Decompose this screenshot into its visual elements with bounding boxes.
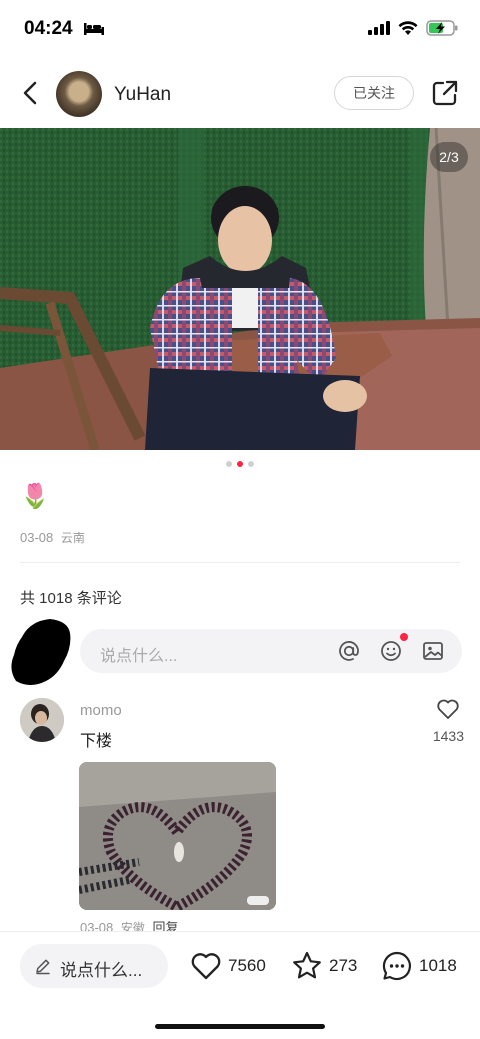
note-header: YuHan 已关注 [0, 60, 480, 128]
heart-icon [191, 953, 221, 980]
follow-button[interactable]: 已关注 [334, 76, 414, 110]
note-caption: 🌷 [20, 483, 50, 510]
share-icon[interactable] [430, 78, 460, 108]
pagination-dot [248, 461, 254, 467]
comment-avatar[interactable] [20, 698, 64, 742]
at-mention-icon[interactable] [338, 640, 360, 662]
comment-input[interactable]: 说点什么... [80, 629, 462, 673]
my-avatar[interactable] [10, 617, 72, 687]
comment-username[interactable]: momo [80, 702, 122, 719]
comment-avatar-image [20, 698, 64, 742]
note-location: 云南 [60, 531, 85, 545]
author-name[interactable]: YuHan [114, 84, 171, 106]
photo-image [0, 128, 480, 450]
note-meta: 03-08 云南 [20, 529, 85, 546]
comment-image[interactable] [79, 762, 276, 910]
status-bar: 04:24 [0, 0, 480, 60]
comment-like-icon[interactable] [436, 698, 460, 720]
comment-text[interactable]: 下楼 [80, 727, 112, 751]
back-icon[interactable] [16, 78, 46, 108]
bottom-action-bar: 说点什么... 7560 273 1018 [0, 931, 480, 1039]
comment-bubble-icon [382, 951, 412, 981]
comment-count: 共 1018 条评论 [20, 590, 122, 607]
like-button[interactable]: 7560 [190, 949, 266, 983]
photo-pagination [0, 461, 480, 467]
comment-input-placeholder: 说点什么... [100, 648, 178, 665]
collect-count: 273 [329, 956, 358, 975]
battery-charging-icon [426, 20, 458, 36]
home-indicator[interactable] [155, 1024, 325, 1029]
photo-counter: 2/3 [430, 142, 468, 172]
image-icon[interactable] [422, 640, 444, 662]
author-avatar[interactable] [56, 71, 102, 117]
comment-total-count: 1018 [419, 956, 457, 975]
cellular-signal-icon [368, 21, 390, 35]
note-date: 03-08 [20, 530, 54, 545]
like-count: 7560 [228, 956, 266, 975]
say-something-label: 说点什么... [60, 961, 143, 980]
emoji-badge-dot [400, 633, 408, 641]
comment-like-count: 1433 [432, 728, 464, 744]
comment-image-content [79, 762, 276, 910]
wifi-icon [398, 20, 418, 35]
emoji-icon[interactable] [380, 640, 402, 662]
status-indicators [368, 20, 458, 36]
divider [20, 562, 460, 563]
pagination-dot-active [237, 461, 243, 467]
pencil-icon [36, 959, 50, 975]
say-something-button[interactable]: 说点什么... [20, 944, 168, 988]
status-time: 04:24 [24, 18, 73, 39]
collect-button[interactable]: 273 [291, 949, 357, 983]
comment-button[interactable]: 1018 [381, 949, 457, 983]
star-icon [293, 951, 321, 979]
sleep-mode-icon [84, 23, 104, 35]
pagination-dot [226, 461, 232, 467]
note-photo[interactable]: 2/3 [0, 128, 480, 450]
